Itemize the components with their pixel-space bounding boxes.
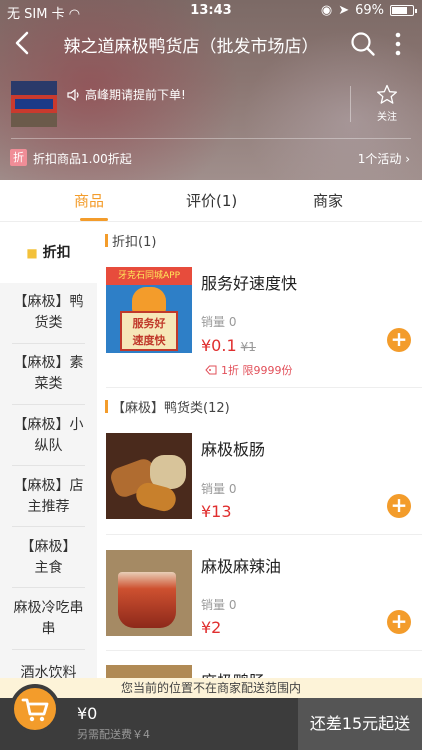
more-icon[interactable] (392, 30, 404, 58)
follow-button[interactable]: 关注 (372, 84, 402, 123)
status-right: ◉ ➤ 69% (320, 3, 417, 18)
sidebar-item-duck[interactable]: 【麻极】鸭货类 (0, 292, 97, 334)
section-header-discount: 折扣(1) (105, 231, 156, 250)
sidebar-separator (12, 587, 85, 588)
product-sales: 销量 0 (201, 598, 237, 612)
sidebar-separator (12, 526, 85, 527)
discount-badge: 折 (10, 149, 27, 166)
product-price: ¥0.1 ¥1 (201, 336, 256, 355)
speaker-icon (67, 88, 79, 101)
location-icon: ➤ (338, 3, 350, 18)
sidebar-item-squad[interactable]: 【麻极】小纵队 (0, 415, 97, 457)
lock-icon: ■ (26, 246, 38, 260)
tab-reviews[interactable]: 评价(1) (186, 190, 237, 211)
header-divider (11, 138, 411, 139)
star-icon (377, 84, 397, 104)
battery-percent: 69% (355, 3, 384, 18)
product-image[interactable]: 牙克石同城APP 服务好速度快 (106, 267, 192, 353)
tab-indicator (80, 218, 108, 221)
activity-link[interactable]: 1个活动 › (358, 150, 410, 167)
tab-bar: 商品 评价(1) 商家 (0, 180, 422, 222)
product-image[interactable] (106, 665, 192, 678)
product-image[interactable] (106, 550, 192, 636)
discount-text: 折扣商品1.00折起 (33, 152, 132, 166)
product-name[interactable]: 服务好速度快 (201, 270, 297, 294)
lock-rotation-icon: ◉ (320, 3, 333, 18)
product-sales: 销量 0 (201, 482, 237, 496)
row-divider (106, 650, 422, 651)
cart-total: ¥0 (77, 704, 98, 723)
image-board-text: 服务好 (132, 317, 166, 330)
sidebar-item-veg[interactable]: 【麻极】素菜类 (0, 353, 97, 395)
product-name[interactable]: 麻极鸭肠 (201, 668, 265, 678)
add-to-cart-button[interactable]: + (387, 610, 411, 634)
promo-label: 1折 限9999份 (205, 362, 293, 378)
shop-photo[interactable] (11, 81, 57, 127)
back-icon[interactable] (12, 30, 34, 56)
row-divider (106, 534, 422, 535)
discount-row[interactable]: 折 折扣商品1.00折起 1个活动 › (0, 147, 422, 169)
sidebar-item-recommend[interactable]: 【麻极】店主推荐 (0, 476, 97, 518)
row-divider (106, 387, 422, 388)
page-title: 辣之道麻极鸭货店（批发市场店） (63, 37, 319, 57)
cart-button[interactable] (10, 684, 60, 734)
sidebar-item-skewers[interactable]: 麻极冷吃串串 (0, 598, 97, 640)
sidebar-item-discount[interactable]: ■ 折扣 (0, 223, 97, 283)
sidebar-separator (12, 649, 85, 650)
product-name[interactable]: 麻极板肠 (201, 436, 265, 460)
add-to-cart-button[interactable]: + (387, 494, 411, 518)
section-header-duck: 【麻极】鸭货类(12) (105, 397, 230, 416)
notice-text: 高峰期请提前下单! (85, 88, 186, 102)
product-name[interactable]: 麻极麻辣油 (201, 553, 281, 577)
status-bar: 无 SIM 卡 ◠ 13:43 ◉ ➤ 69% (0, 0, 422, 22)
image-tag: 牙克石同城APP (106, 267, 192, 285)
product-price: ¥2 (201, 618, 222, 637)
tab-products[interactable]: 商品 (74, 190, 104, 211)
shop-info: 高峰期请提前下单! 关注 (0, 78, 422, 134)
search-icon[interactable] (350, 31, 376, 57)
product-price: ¥13 (201, 502, 232, 521)
delivery-range-notice: 您当前的位置不在商家配送范围内 (0, 678, 422, 698)
sidebar-separator (12, 343, 85, 344)
follow-label: 关注 (377, 112, 397, 123)
product-image[interactable] (106, 433, 192, 519)
cart-icon (21, 698, 49, 722)
product-list: 折扣(1) 牙克石同城APP 服务好 速度快 服务好速度快 销量 0 ¥0.1 ¥1… (97, 223, 422, 678)
image-board-text: 速度快 (132, 334, 166, 347)
product-sales: 销量 0 (201, 315, 237, 329)
sidebar-item-staple[interactable]: 【麻极】主食 (0, 537, 97, 579)
checkout-button[interactable]: 还差15元起送 (298, 698, 422, 750)
sidebar-separator (12, 404, 85, 405)
sidebar-item-drinks[interactable]: 酒水饮料 (0, 663, 97, 678)
divider (350, 86, 351, 122)
tag-icon (205, 365, 217, 375)
category-sidebar: ■ 折扣 【麻极】鸭货类 【麻极】素菜类 【麻极】小纵队 【麻极】店主推荐 【麻… (0, 223, 97, 678)
add-to-cart-button[interactable]: + (387, 328, 411, 352)
original-price: ¥1 (240, 340, 256, 354)
battery-icon (390, 5, 417, 16)
shop-header: 无 SIM 卡 ◠ 13:43 ◉ ➤ 69% 辣之道麻极鸭货店（批发市场店） … (0, 0, 422, 180)
delivery-fee: 另需配送费￥4 (77, 728, 150, 741)
tab-merchant[interactable]: 商家 (313, 190, 343, 211)
shop-notice: 高峰期请提前下单! (67, 86, 186, 103)
chevron-right-icon: › (405, 152, 410, 166)
cart-bar: ¥0 另需配送费￥4 还差15元起送 (0, 684, 422, 750)
sidebar-separator (12, 465, 85, 466)
nav-bar: 辣之道麻极鸭货店（批发市场店） (0, 22, 422, 66)
